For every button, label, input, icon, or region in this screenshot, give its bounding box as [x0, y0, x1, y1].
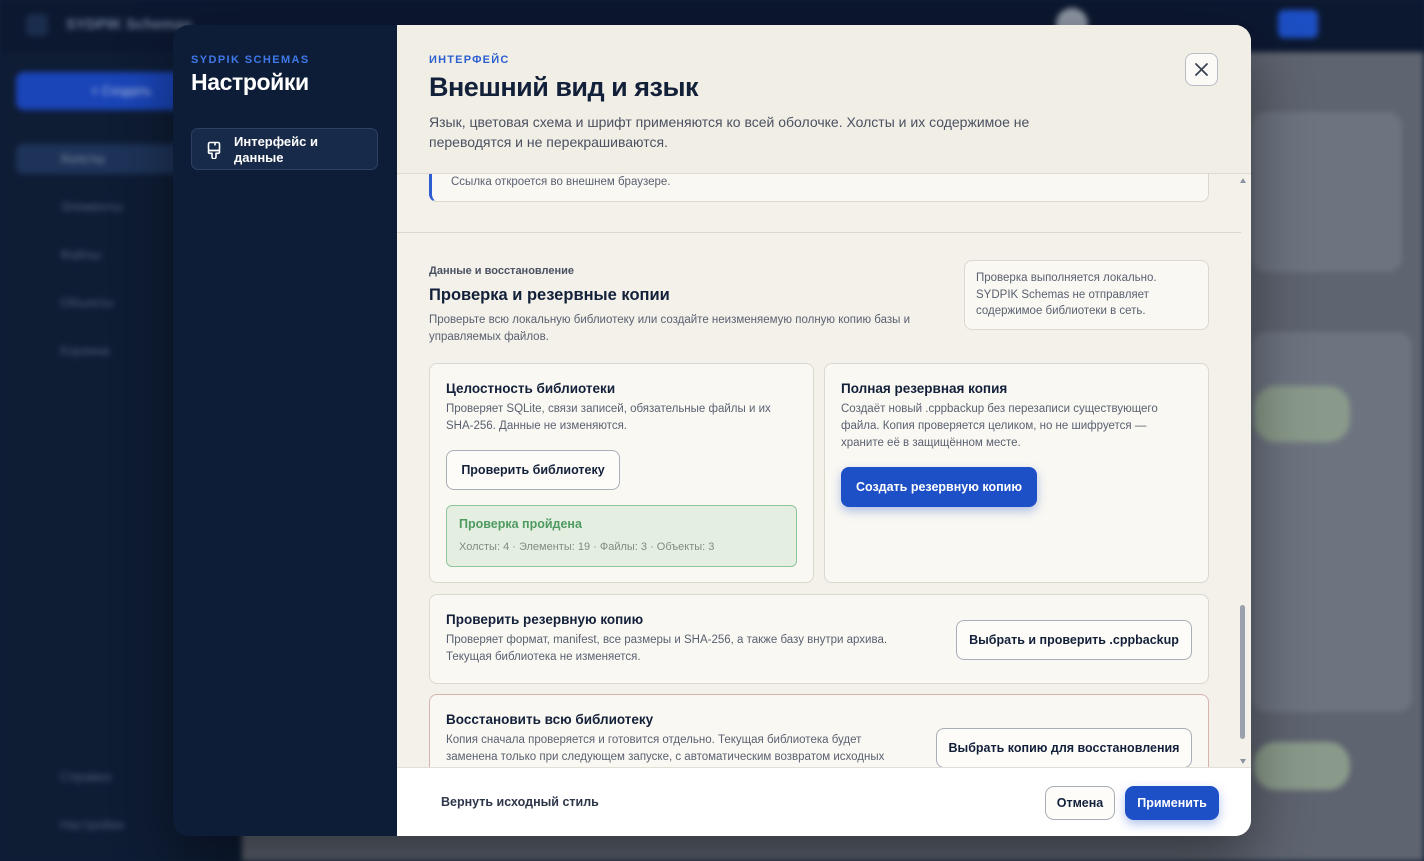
data-section-title: Проверка и резервные копии [429, 286, 670, 304]
scrollbar-thumb[interactable] [1240, 605, 1245, 739]
external-link-note: Ссылка откроется во внешнем браузере. [429, 174, 1209, 202]
settings-footer: Вернуть исходный стиль Отмена Применить [397, 767, 1251, 836]
page-title: Внешний вид и язык [429, 72, 699, 102]
section-divider [397, 232, 1241, 233]
select-restore-backup-button[interactable]: Выбрать копию для восстановления [936, 728, 1192, 767]
settings-sidebar: SYDPIK SCHEMAS Настройки Интерфейс и дан… [173, 25, 397, 836]
privacy-note: Проверка выполняется локально. SYDPIK Sc… [964, 260, 1209, 330]
sidebar-item-interface-data[interactable]: Интерфейс и данные [191, 128, 378, 170]
settings-content: ИНТЕРФЕЙС Внешний вид и язык Язык, цвето… [397, 25, 1251, 836]
select-verify-backup-button[interactable]: Выбрать и проверить .cppbackup [956, 620, 1192, 660]
full-backup-description: Создаёт новый .cppbackup без перезаписи … [841, 403, 1158, 449]
full-backup-card: Полная резервная копия Создаёт новый .cp… [824, 363, 1209, 583]
plus-icon [1278, 10, 1318, 38]
scroll-down-icon[interactable] [1240, 759, 1246, 764]
data-section-description: Проверьте всю локальную библиотеку или с… [429, 314, 911, 343]
check-library-button[interactable]: Проверить библиотеку [446, 450, 620, 490]
settings-dialog: SYDPIK SCHEMAS Настройки Интерфейс и дан… [173, 25, 1251, 836]
restore-title: Восстановить всю библиотеку [446, 712, 654, 727]
background-card [1252, 112, 1402, 272]
background-bubble [1254, 386, 1350, 442]
restore-description: Копия сначала проверяется и готовится от… [446, 734, 885, 763]
integrity-title: Целостность библиотеки [446, 381, 616, 396]
settings-scroll-area[interactable]: Ссылка откроется во внешнем браузере. Да… [397, 174, 1251, 767]
brand-label: SYDPIK SCHEMAS [191, 54, 310, 66]
restore-library-card: Восстановить всю библиотеку Копия сначал… [429, 694, 1209, 767]
app-logo [26, 14, 48, 36]
verify-backup-card: Проверить резервную копию Проверяет форм… [429, 594, 1209, 684]
cancel-button[interactable]: Отмена [1045, 786, 1115, 820]
create-backup-button[interactable]: Создать резервную копию [841, 467, 1037, 507]
full-backup-title: Полная резервная копия [841, 381, 1008, 396]
settings-title: Настройки [191, 69, 309, 95]
scrollbar[interactable] [1239, 178, 1247, 764]
integrity-card: Целостность библиотеки Проверяет SQLite,… [429, 363, 814, 583]
external-link-note-text: Ссылка откроется во внешнем браузере. [451, 176, 671, 188]
data-section-kicker: Данные и восстановление [429, 265, 575, 277]
reset-style-button[interactable]: Вернуть исходный стиль [441, 795, 599, 809]
sidebar-item-label: Интерфейс и данные [234, 134, 318, 165]
scroll-up-icon[interactable] [1240, 178, 1246, 183]
settings-header: ИНТЕРФЕЙС Внешний вид и язык Язык, цвето… [397, 25, 1251, 174]
verify-backup-title: Проверить резервную копию [446, 612, 644, 627]
integrity-result: Проверка пройдена Холсты: 4 · Элементы: … [446, 505, 797, 567]
close-icon [1195, 63, 1208, 76]
close-button[interactable] [1185, 53, 1218, 86]
integrity-result-title: Проверка пройдена [459, 517, 582, 531]
apply-button[interactable]: Применить [1125, 786, 1219, 820]
integrity-description: Проверяет SQLite, связи записей, обязате… [446, 403, 771, 432]
section-kicker: ИНТЕРФЕЙС [429, 54, 510, 66]
integrity-result-stats: Холсты: 4 · Элементы: 19 · Файлы: 3 · Об… [459, 541, 715, 553]
background-bubble [1254, 742, 1350, 790]
paintbrush-icon [206, 141, 222, 160]
page-description: Язык, цветовая схема и шрифт применяются… [429, 114, 1030, 150]
verify-backup-description: Проверяет формат, manifest, все размеры … [446, 634, 888, 663]
privacy-note-text: Проверка выполняется локально. SYDPIK Sc… [976, 272, 1157, 317]
